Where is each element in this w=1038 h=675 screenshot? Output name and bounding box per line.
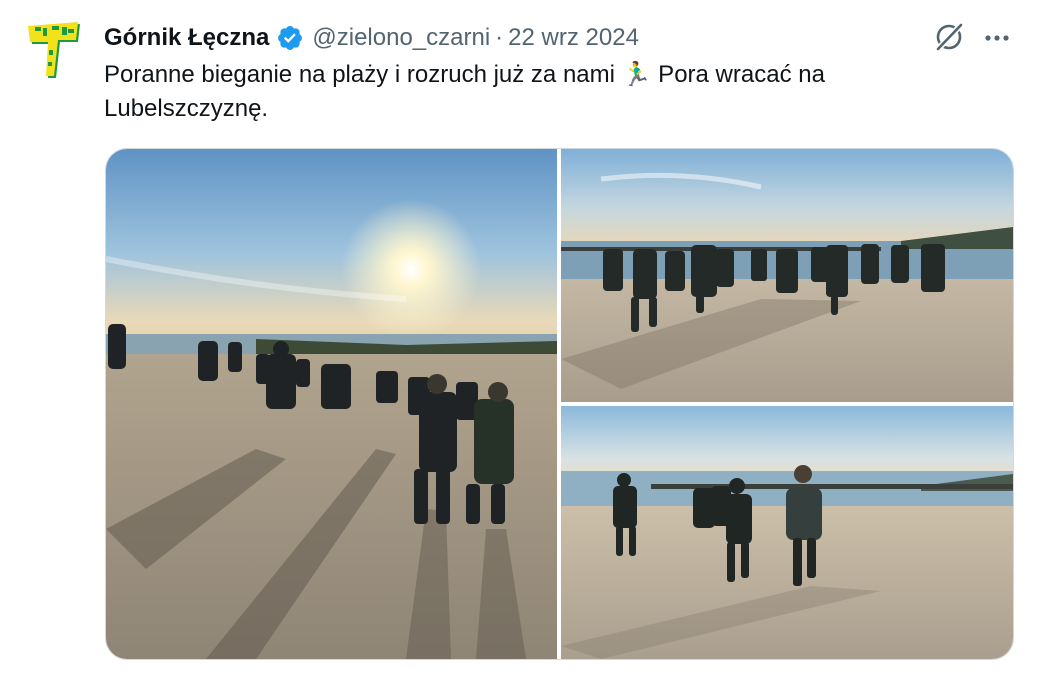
tweet[interactable]: Górnik Łęczna @zielono_czarni · 22 wrz 2…	[0, 0, 1038, 675]
media-grid	[105, 148, 1014, 660]
photo-beach-run-sunrise[interactable]	[106, 149, 557, 659]
photo-beach-run-group[interactable]	[561, 149, 1013, 402]
avatar[interactable]	[26, 20, 84, 82]
verified-badge-icon	[276, 24, 304, 52]
photo-beach-run-sprint[interactable]	[561, 406, 1013, 659]
separator-dot: ·	[495, 24, 504, 51]
author-handle[interactable]: @zielono_czarni	[312, 24, 490, 52]
author-name[interactable]: Górnik Łęczna	[104, 24, 269, 52]
more-icon[interactable]	[983, 24, 1011, 52]
grok-icon[interactable]	[933, 21, 965, 53]
tweet-text: Poranne bieganie na plaży i rozruch już …	[104, 61, 825, 122]
club-crest-icon	[28, 22, 80, 78]
tweet-date[interactable]: 22 wrz 2024	[508, 24, 639, 52]
tweet-header: Górnik Łęczna @zielono_czarni · 22 wrz 2…	[104, 21, 639, 55]
